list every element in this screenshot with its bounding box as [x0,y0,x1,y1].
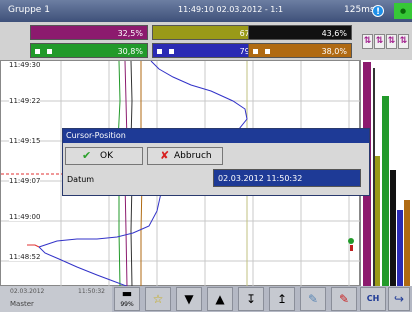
pen-button[interactable]: ✎ [300,287,326,311]
time-label: 11:49:07 [9,177,41,185]
page-up-button[interactable]: ↥ [269,287,295,311]
close-icon: ✘ [160,149,170,162]
cursor-position-dialog: Cursor-Position ✔ OK ✘ Abbruch Datum 02.… [62,128,370,196]
toolbar-date: 02.03.2012 [10,288,45,295]
trend-button-3[interactable]: ⇅ [386,34,397,49]
status-indicator-icon: ● [394,3,412,19]
channel-icon: CH [366,294,380,303]
cursor-info: 02.03.2012 11:50:32 Master [0,286,112,312]
pen-icon: ✎ [307,292,319,306]
info-icon[interactable]: ! [372,5,384,17]
time-label: 11:48:52 [9,253,41,261]
date-input[interactable]: 02.03.2012 11:50:32 [213,169,361,187]
title-bar: Gruppe 1 11:49:10 02.03.2012 - 1:1 125ms… [0,0,412,22]
channel-value-4[interactable]: 30,8% [30,43,148,58]
cancel-button[interactable]: ✘ Abbruch [147,147,223,165]
trend-buttons-group: ⇅ ⇅ ⇅ ⇅ [360,22,412,60]
exit-button[interactable]: ↪ [388,287,410,311]
trend-button-2[interactable]: ⇅ [374,34,385,49]
toolbar-time: 11:50:32 [78,288,105,295]
toolbar-mode: Master [10,300,34,308]
zoom-button[interactable]: ▬ 99% [114,287,140,311]
channel-button[interactable]: CH [360,287,386,311]
trend-button-1[interactable]: ⇅ [362,34,373,49]
time-label: 11:49:00 [9,213,41,221]
time-label: 11:49:22 [9,97,41,105]
exit-icon: ↪ [393,292,405,306]
triangle-up-icon: ▲ [215,292,225,306]
double-arrow-up-icon: ↥ [276,292,288,306]
marker-button[interactable]: ✎ [331,287,357,311]
check-icon: ✔ [82,149,92,162]
channel-value-1[interactable]: 32,5% [30,25,148,40]
group-name[interactable]: Gruppe 1 [8,5,50,15]
time-label: 11:49:30 [9,61,41,69]
dialog-title: Cursor-Position [63,129,369,143]
trend-button-4[interactable]: ⇅ [398,34,409,49]
zoom-icon: ▬ [121,287,133,300]
time-label: 11:49:15 [9,137,41,145]
scroll-down-button[interactable]: ▼ [176,287,202,311]
value-panel: 32,5% 67,6% 43,6% 30,8% 79,1% 38,0% [0,22,360,60]
channel-value-6[interactable]: 38,0% [248,43,352,58]
channel-value-3[interactable]: 43,6% [248,25,352,40]
date-label: Datum [67,175,95,184]
page-down-button[interactable]: ↧ [238,287,264,311]
bell-icon: ☆ [152,292,164,306]
marker-icon: ✎ [338,292,350,306]
ok-button[interactable]: ✔ OK [65,147,143,165]
scroll-up-button[interactable]: ▲ [207,287,233,311]
datetime-display: 11:49:10 02.03.2012 - 1:1 [178,5,284,14]
double-arrow-down-icon: ↧ [245,292,257,306]
interval-display: 125ms [344,5,375,15]
alarm-bell-button[interactable]: ☆ [145,287,171,311]
bottom-toolbar: 02.03.2012 11:50:32 Master ▬ 99% ☆ ▼ ▲ ↧… [0,286,412,312]
triangle-down-icon: ▼ [184,292,194,306]
